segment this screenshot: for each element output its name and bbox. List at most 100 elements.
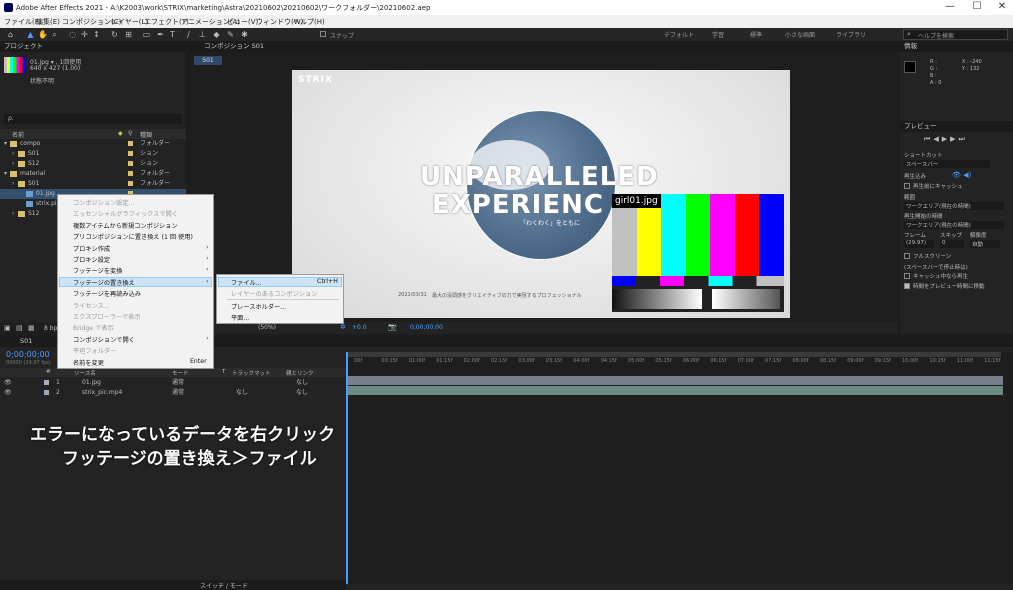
help-search-input[interactable]: ⌕ ヘルプを検索 (903, 29, 1008, 40)
close-button[interactable]: ✕ (995, 1, 1009, 13)
context-menu-item[interactable]: プロキシ設定 (73, 255, 110, 264)
eraser-tool-icon[interactable]: ◆ (212, 30, 221, 39)
menu-edit[interactable]: 編集(E) (36, 17, 60, 27)
layer-trackmatte-select[interactable]: なし (236, 388, 248, 398)
expand-toggle-icon[interactable]: › (12, 159, 14, 169)
skip-select[interactable]: 0 (940, 240, 964, 248)
interpret-footage-icon[interactable]: ▣ (4, 324, 11, 332)
project-item[interactable]: › S01 ション (0, 149, 186, 159)
comp-time[interactable]: 0;00;00;00 (410, 324, 443, 331)
home-icon[interactable]: ⌂ (6, 30, 15, 39)
move-time-checkbox[interactable] (904, 283, 910, 289)
layer-bar-2[interactable] (346, 386, 1003, 395)
timeline-timecode[interactable]: 0;00;00;00 (6, 350, 50, 359)
label-icon[interactable]: ◆ (118, 130, 123, 137)
clone-stamp-tool-icon[interactable]: ⊥ (198, 30, 207, 39)
zoom-tool-icon[interactable]: ⌕ (50, 30, 59, 39)
layer-source-name[interactable]: 01.jpg (82, 378, 101, 388)
menu-help[interactable]: ヘルプ(H) (293, 17, 325, 27)
work-area-bar[interactable] (346, 352, 1001, 357)
menu-layer[interactable]: レイヤー(L) (111, 17, 148, 27)
time-ruler[interactable]: 00f 00:15f 01:00f 01:15f 02:00f 02:15f 03:00f 0… (346, 358, 1013, 368)
comp-viewer[interactable]: STRIX UNPARALLELED EXPERIENC 「わくわく」をともに … (292, 70, 790, 318)
layer-mode-select[interactable]: 通常 (172, 378, 184, 388)
project-search-input[interactable]: ρ. (4, 114, 182, 124)
frame-rate-select[interactable]: (29.97) (904, 240, 934, 248)
rotate-tool-icon[interactable]: ↻ (110, 30, 119, 39)
layer-row[interactable]: 👁 2 strix_pic.mp4 通常 なし なし (0, 388, 346, 398)
new-composition-icon[interactable]: ▦ (28, 324, 35, 332)
playhead[interactable] (346, 352, 348, 584)
workspace-default[interactable]: デフォルト (664, 30, 694, 39)
snap-checkbox[interactable] (320, 31, 326, 37)
workspace-libraries[interactable]: ライブラリ (836, 30, 866, 39)
include-video-audio-icons[interactable]: 👁 ◀) (952, 171, 971, 179)
column-name[interactable]: 名前 (12, 130, 24, 139)
workspace-small-screen[interactable]: 小さな画面 (785, 30, 815, 39)
expand-toggle-icon[interactable]: ▾ (4, 139, 7, 149)
pen-tool-icon[interactable]: ✒ (156, 30, 165, 39)
context-menu-item[interactable]: プロキシ作成 (73, 244, 110, 253)
resolution-select[interactable]: 自動 (970, 240, 1000, 248)
visibility-eye-icon[interactable]: 👁 (4, 378, 12, 388)
puppet-tool-icon[interactable]: ✱ (240, 30, 249, 39)
label-color-swatch[interactable] (128, 181, 133, 186)
new-folder-icon[interactable]: ▤ (16, 324, 23, 332)
layer-label-swatch[interactable] (44, 380, 49, 385)
submenu-item[interactable]: プレースホルダー... (231, 302, 286, 311)
pan-behind-tool-icon[interactable]: ⊞ (124, 30, 133, 39)
pan-tool-icon[interactable]: ✛ (80, 30, 89, 39)
expand-toggle-icon[interactable]: › (12, 179, 14, 189)
range-select[interactable]: ワークエリア(現在の時間) (904, 202, 1004, 210)
layer-parent-select[interactable]: なし (296, 388, 308, 398)
timeline-track-area[interactable]: 00f 00:15f 01:00f 01:15f 02:00f 02:15f 03:00f 0… (346, 352, 1013, 584)
brush-tool-icon[interactable]: ∕ (184, 30, 193, 39)
hand-tool-icon[interactable]: ✋ (38, 30, 48, 39)
context-menu-item[interactable]: コンポジションで開く (73, 335, 135, 344)
expand-toggle-icon[interactable]: ▾ (4, 169, 7, 179)
menu-view[interactable]: ビュー(V) (227, 17, 258, 27)
layer-bar-1[interactable] (346, 376, 1003, 385)
dolly-tool-icon[interactable]: ↕ (92, 30, 101, 39)
workspace-standard[interactable]: 標準 (750, 30, 762, 39)
context-menu-item[interactable]: フッテージの置き換え (73, 278, 135, 287)
show-channel-icon[interactable]: ✲ (340, 323, 346, 331)
expand-toggle-icon[interactable]: › (12, 209, 14, 219)
context-menu-item[interactable]: フッテージを変換 (73, 266, 122, 275)
submenu-item[interactable]: 平面... (231, 313, 249, 322)
context-menu-item[interactable]: 名前を変更 (73, 358, 104, 367)
expand-toggle-icon[interactable]: › (12, 149, 14, 159)
label-color-swatch[interactable] (128, 171, 133, 176)
play-icon[interactable]: ▶ (942, 135, 950, 143)
label-color-swatch[interactable] (128, 141, 133, 146)
composition-tab[interactable]: コンポジション S01 (188, 41, 898, 52)
fullscreen-checkbox[interactable] (904, 253, 910, 259)
column-type[interactable]: 種類 (140, 130, 152, 139)
context-menu-item[interactable]: 複数アイテムから新規コンポジション (73, 221, 178, 230)
cache-checkbox[interactable] (904, 183, 910, 189)
exposure-value[interactable]: +0.0 (352, 324, 367, 331)
switches-modes-toggle[interactable]: スイッチ / モード (200, 581, 248, 590)
maximize-button[interactable]: ☐ (970, 1, 984, 13)
project-item[interactable]: › S01 フォルダー (0, 179, 186, 189)
prev-frame-icon[interactable]: ◀ (933, 135, 941, 143)
info-tab[interactable]: 情報 (900, 41, 1013, 52)
missing-footage-colorbars[interactable]: girl01.jpg (612, 194, 785, 312)
layer-row[interactable]: 👁 1 01.jpg 通常 なし (0, 378, 346, 388)
zoom-select[interactable]: (50%) (258, 324, 276, 331)
orbit-tool-icon[interactable]: ◌ (68, 30, 77, 39)
label-color-swatch[interactable] (128, 151, 133, 156)
col-source-name[interactable]: ソース名 (74, 369, 96, 377)
selection-tool-icon[interactable]: ▲ (26, 30, 35, 39)
project-item[interactable]: ▾ material フォルダー (0, 169, 186, 179)
project-item[interactable]: ▾ compo フォルダー (0, 139, 186, 149)
visibility-eye-icon[interactable]: 👁 (4, 388, 12, 398)
cache-play-checkbox[interactable] (904, 273, 910, 279)
submenu-item[interactable]: ファイル... (231, 278, 262, 287)
context-menu-item[interactable]: フッテージを再読み込み (73, 289, 141, 298)
roto-brush-tool-icon[interactable]: ✎ (226, 30, 235, 39)
project-panel-tab[interactable]: プロジェクト (0, 41, 186, 52)
preview-tab[interactable]: プレビュー (900, 121, 1013, 132)
comp-breadcrumb[interactable]: S01 (194, 56, 222, 65)
layer-parent-select[interactable]: なし (296, 378, 308, 388)
